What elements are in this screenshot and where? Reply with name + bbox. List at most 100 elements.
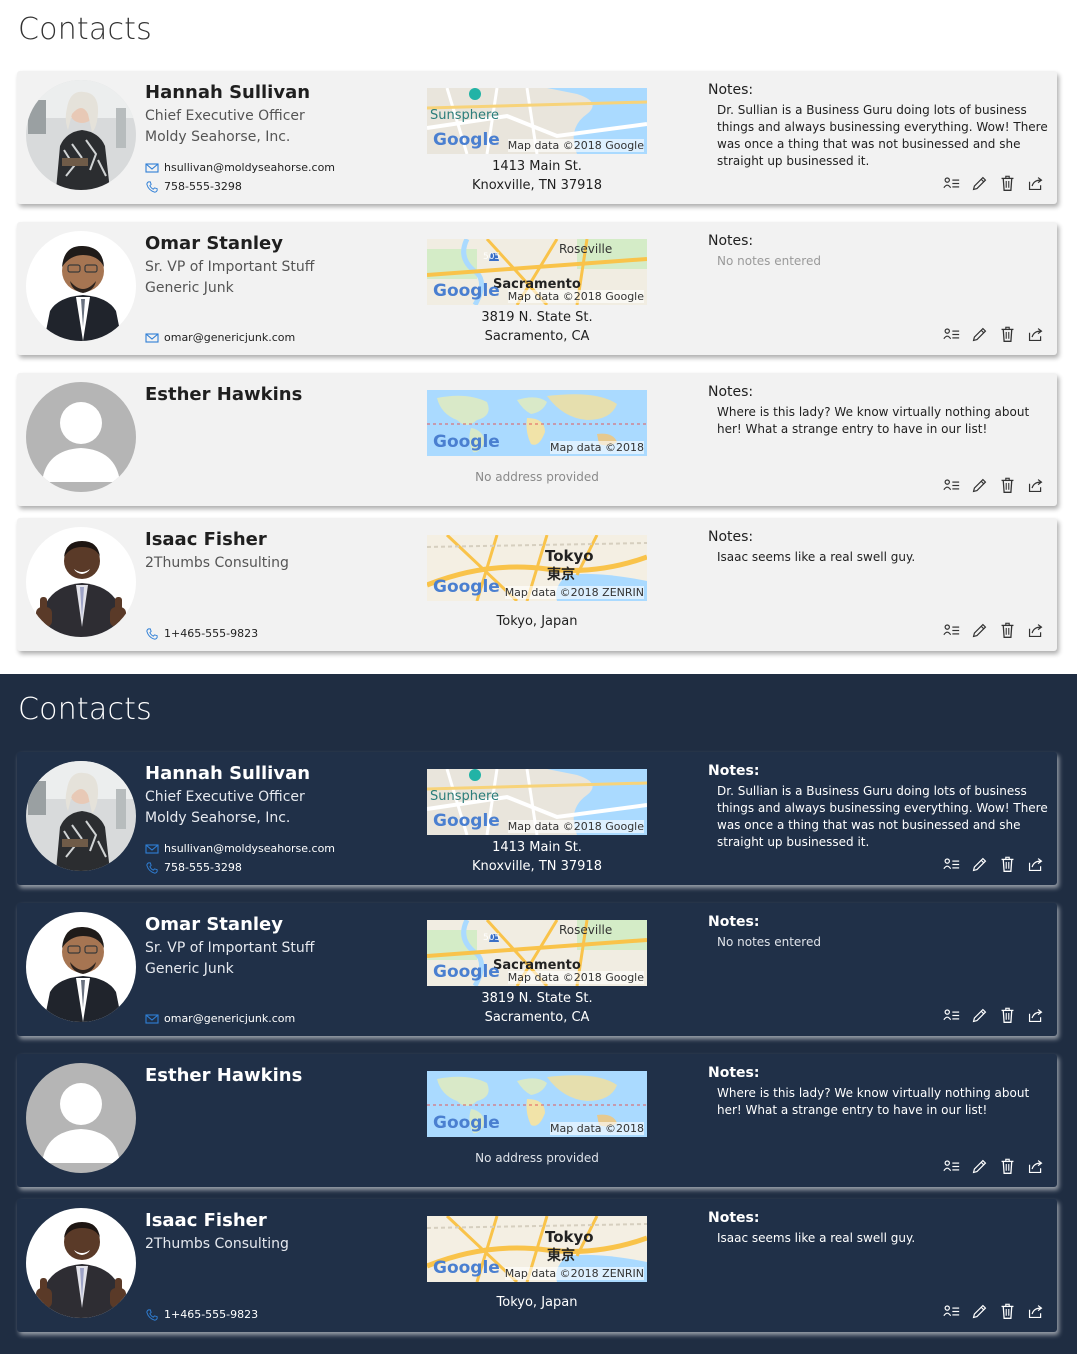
share-button[interactable] (1026, 1157, 1044, 1175)
contact-name: Esther Hawkins (145, 1065, 303, 1086)
google-logo: Google (433, 962, 500, 982)
map-thumbnail[interactable]: Sunsphere Google Map data ©2018 Google (427, 769, 647, 835)
avatar-placeholder (26, 382, 136, 492)
map-attribution: Map data ©2018 (550, 1122, 644, 1135)
phone-link[interactable]: 758-555-3298 (164, 861, 242, 874)
contact-company: Generic Junk (145, 280, 234, 296)
email-row[interactable]: hsullivan@moldyseahorse.com (145, 842, 335, 855)
details-button[interactable] (942, 1157, 960, 1175)
details-button[interactable] (942, 1006, 960, 1024)
map-place-label: Sunsphere (430, 108, 500, 123)
notes-text: Dr. Sullian is a Business Guru doing lot… (717, 784, 1048, 849)
phone-row[interactable]: 758-555-3298 (145, 180, 242, 193)
details-button[interactable] (942, 325, 960, 343)
share-button[interactable] (1026, 174, 1044, 192)
delete-button[interactable] (998, 325, 1016, 343)
notes-heading: Notes: (708, 763, 760, 779)
map-thumbnail[interactable]: 505 Roseville Sacramento Google Map data… (427, 239, 647, 305)
edit-button[interactable] (970, 1006, 988, 1024)
map-thumbnail[interactable]: 505 Roseville Sacramento Google Map data… (427, 920, 647, 986)
phone-row[interactable]: 1+465-555-9823 (145, 627, 258, 640)
contact-card-hannah-sullivan[interactable]: Hannah Sullivan Chief Executive Officer … (17, 752, 1057, 885)
delete-button[interactable] (998, 1006, 1016, 1024)
edit-button[interactable] (970, 621, 988, 639)
details-button[interactable] (942, 476, 960, 494)
map-place-label-local: 東京 (547, 567, 575, 583)
details-button[interactable] (942, 855, 960, 873)
share-button[interactable] (1026, 621, 1044, 639)
share-button[interactable] (1026, 855, 1044, 873)
email-row[interactable]: hsullivan@moldyseahorse.com (145, 161, 335, 174)
avatar (26, 1208, 136, 1318)
details-button[interactable] (942, 621, 960, 639)
edit-button[interactable] (970, 174, 988, 192)
edit-button[interactable] (970, 325, 988, 343)
contact-card-isaac-fisher[interactable]: Isaac Fisher 2Thumbs Consulting 1+465-55… (17, 518, 1057, 651)
edit-button[interactable] (970, 1302, 988, 1320)
contact-company: Moldy Seahorse, Inc. (145, 810, 291, 826)
map-thumbnail[interactable]: Tokyo 東京 Google Map data ©2018 ZENRIN (427, 1216, 647, 1282)
phone-link[interactable]: 1+465-555-9823 (164, 627, 258, 640)
card-actions (942, 325, 1044, 343)
delete-button[interactable] (998, 476, 1016, 494)
contact-name: Hannah Sullivan (145, 82, 311, 103)
email-link[interactable]: hsullivan@moldyseahorse.com (164, 161, 335, 174)
phone-row[interactable]: 1+465-555-9823 (145, 1308, 258, 1321)
share-icon (1027, 622, 1044, 639)
share-button[interactable] (1026, 325, 1044, 343)
contact-name: Isaac Fisher (145, 1210, 267, 1231)
email-link[interactable]: omar@genericjunk.com (164, 331, 295, 344)
map-attribution: Map data ©2018 (550, 441, 644, 454)
phone-icon (145, 181, 159, 193)
notes-heading: Notes: (708, 529, 754, 545)
delete-button[interactable] (998, 855, 1016, 873)
page-title: Contacts (18, 12, 152, 47)
highway-shield-label: 505 (483, 933, 501, 943)
notes-heading: Notes: (708, 1210, 760, 1226)
contact-name: Isaac Fisher (145, 529, 267, 550)
contact-card-omar-stanley[interactable]: Omar Stanley Sr. VP of Important Stuff G… (17, 222, 1057, 355)
address-line-1: 1413 Main St. (492, 840, 582, 855)
edit-button[interactable] (970, 855, 988, 873)
contact-card-omar-stanley[interactable]: Omar Stanley Sr. VP of Important Stuff G… (17, 903, 1057, 1036)
address-line-2: Sacramento, CA (484, 1010, 590, 1025)
phone-link[interactable]: 758-555-3298 (164, 180, 242, 193)
phone-link[interactable]: 1+465-555-9823 (164, 1308, 258, 1321)
edit-button[interactable] (970, 476, 988, 494)
map-thumbnail[interactable]: Tokyo 東京 Google Map data ©2018 ZENRIN (427, 535, 647, 601)
avatar (26, 761, 136, 871)
contacts-panel-light: Contacts Hannah Sullivan Chief Executive… (0, 0, 1077, 674)
email-row[interactable]: omar@genericjunk.com (145, 1012, 295, 1025)
phone-row[interactable]: 758-555-3298 (145, 861, 242, 874)
delete-button[interactable] (998, 1157, 1016, 1175)
contact-card-esther-hawkins[interactable]: Esther Hawkins Google Map data ©2018 No … (17, 373, 1057, 506)
card-actions (942, 1157, 1044, 1175)
share-icon (1027, 1158, 1044, 1175)
pencil-icon (971, 1158, 988, 1175)
details-button[interactable] (942, 1302, 960, 1320)
details-button[interactable] (942, 174, 960, 192)
edit-button[interactable] (970, 1157, 988, 1175)
map-attribution: Map data ©2018 Google (507, 139, 644, 152)
email-link[interactable]: omar@genericjunk.com (164, 1012, 295, 1025)
contact-card-hannah-sullivan[interactable]: Hannah Sullivan Chief Executive Officer … (17, 71, 1057, 204)
email-row[interactable]: omar@genericjunk.com (145, 331, 295, 344)
address-line-1: 3819 N. State St. (481, 310, 593, 325)
map-thumbnail[interactable]: Sunsphere Google Map data ©2018 Google (427, 88, 647, 154)
map-thumbnail[interactable]: Google Map data ©2018 (427, 390, 647, 456)
notes-text: No notes entered (717, 935, 821, 949)
notes-heading: Notes: (708, 1065, 760, 1081)
map-thumbnail[interactable]: Google Map data ©2018 (427, 1071, 647, 1137)
delete-button[interactable] (998, 621, 1016, 639)
google-logo: Google (433, 432, 500, 452)
share-button[interactable] (1026, 1302, 1044, 1320)
share-button[interactable] (1026, 1006, 1044, 1024)
delete-button[interactable] (998, 174, 1016, 192)
address-line-1: 1413 Main St. (492, 159, 582, 174)
contact-card-isaac-fisher[interactable]: Isaac Fisher 2Thumbs Consulting 1+465-55… (17, 1199, 1057, 1332)
email-link[interactable]: hsullivan@moldyseahorse.com (164, 842, 335, 855)
share-button[interactable] (1026, 476, 1044, 494)
delete-button[interactable] (998, 1302, 1016, 1320)
trash-icon (999, 175, 1016, 192)
contact-card-esther-hawkins[interactable]: Esther Hawkins Google Map data ©2018 No … (17, 1054, 1057, 1187)
